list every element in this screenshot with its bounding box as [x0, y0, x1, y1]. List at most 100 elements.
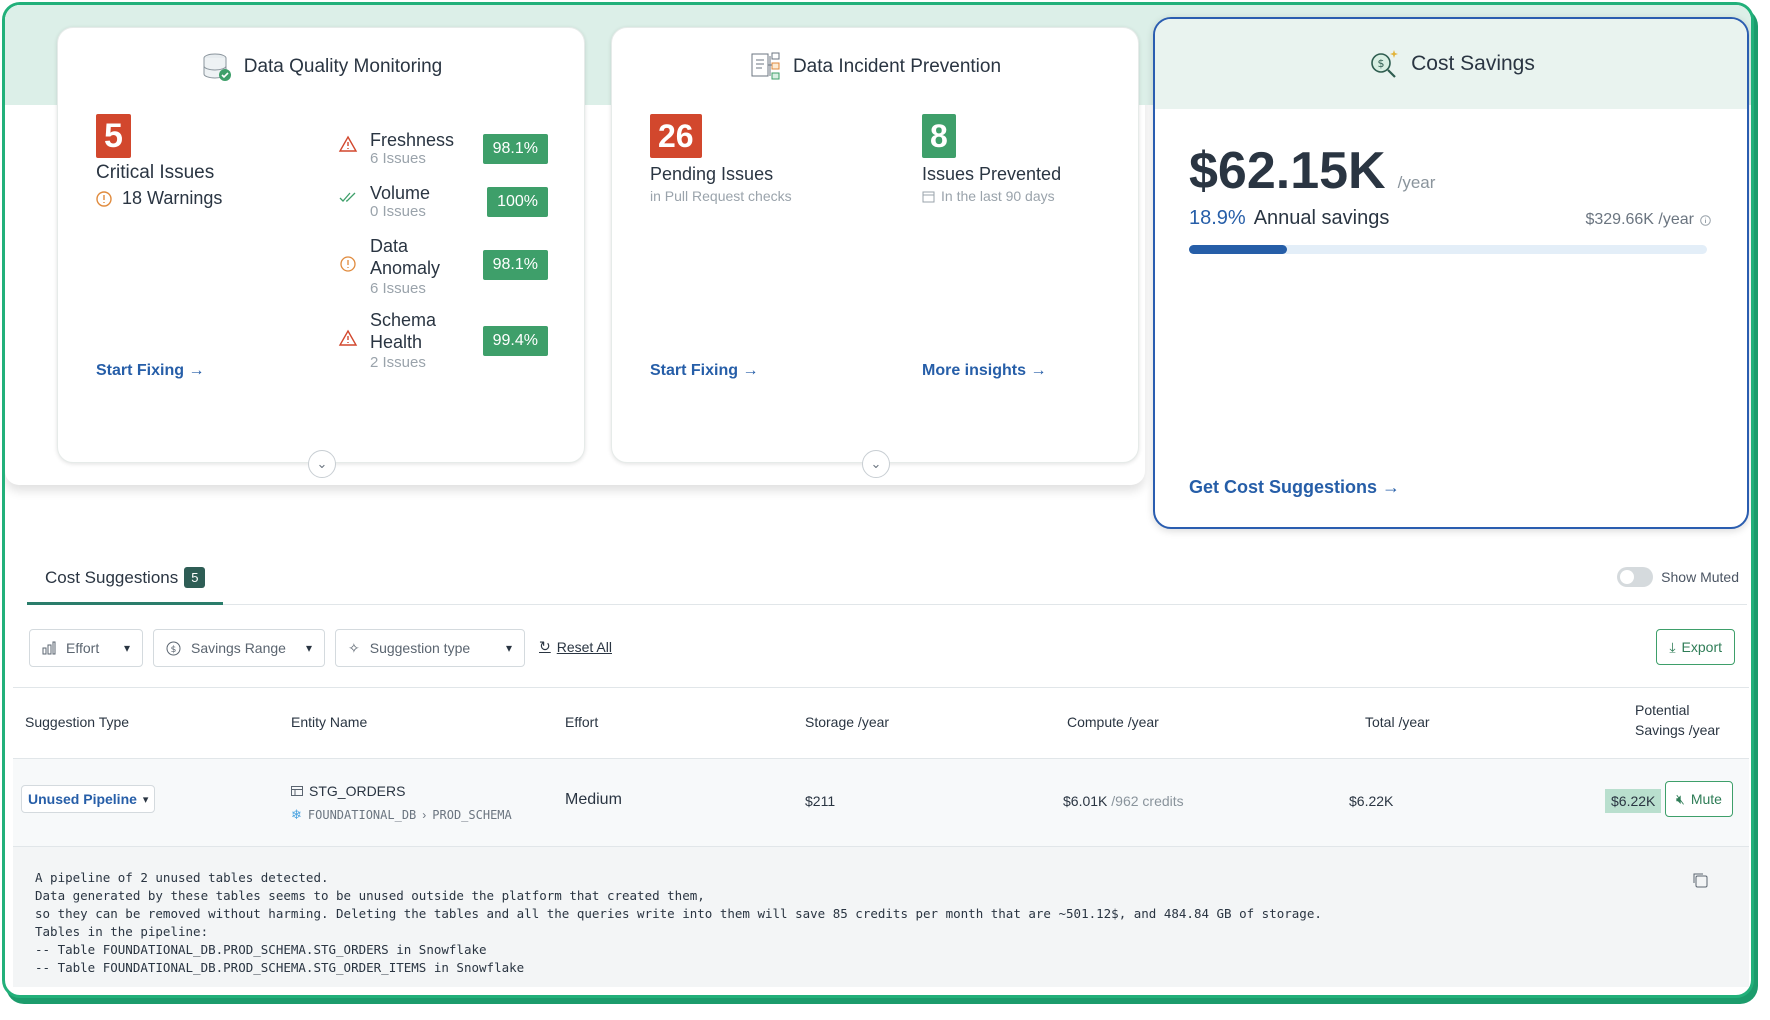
database-check-icon [203, 53, 231, 81]
savings-percent-row: 18.9% Annual savings [1189, 207, 1389, 230]
data-quality-card-header: Data Quality Monitoring [58, 28, 584, 106]
chevron-down-icon: ▾ [505, 641, 512, 655]
toggle-label: Show Muted [1661, 569, 1739, 585]
warnings-label: 18 Warnings [122, 188, 223, 208]
metric-percent-badge: 98.1% [482, 134, 548, 164]
metric-name: Volume [370, 183, 431, 203]
savings-percent-label: Annual savings [1253, 207, 1390, 229]
savings-per: /year [1397, 173, 1436, 192]
effort-filter[interactable]: Effort ▾ [29, 629, 143, 667]
issues-prevented-label: Issues Prevented [922, 164, 1062, 184]
metric-freshness[interactable]: Freshness 6 Issues 98.1% [338, 128, 548, 178]
cost-savings-card: $ Cost Savings $62.15K /year 18.9% Annua… [1153, 17, 1749, 529]
metric-data-anomaly[interactable]: Data Anomaly 6 Issues 98.1% [338, 234, 548, 304]
suggestion-description: A pipeline of 2 unused tables detected. … [13, 847, 1749, 987]
metric-volume[interactable]: Volume 0 Issues 100% [338, 181, 548, 231]
reset-icon: ↻ [539, 638, 551, 654]
col-suggestion-type[interactable]: Suggestion Type [25, 714, 129, 730]
metric-percent-badge: 100% [487, 187, 548, 217]
table-row[interactable]: Unused Pipeline ▾ STG_ORDERS ❄ FOUNDATIO… [13, 759, 1749, 847]
savings-amount-row: $62.15K /year [1189, 141, 1435, 201]
pending-issues-label: Pending Issues [650, 164, 774, 184]
svg-text:$: $ [1378, 57, 1385, 70]
metric-issues: 6 Issues [370, 150, 426, 167]
start-fixing-link[interactable]: Start Fixing → [650, 362, 758, 380]
savings-range-filter[interactable]: $ Savings Range ▾ [153, 629, 325, 667]
compute-credits: /962 credits [1111, 793, 1184, 809]
savings-progress-fill [1189, 245, 1287, 254]
tab-count-badge: 5 [184, 567, 206, 588]
sparkle-icon: ✧ [348, 639, 360, 656]
issues-prevented-count: 8 [922, 114, 956, 158]
entity-db: FOUNDATIONAL_DB [307, 808, 417, 822]
description-text: A pipeline of 2 unused tables detected. … [35, 870, 1322, 975]
start-fixing-link[interactable]: Start Fixing → [96, 362, 204, 380]
incident-prevention-title: Data Incident Prevention [792, 56, 1002, 77]
export-label: Export [1681, 639, 1722, 655]
metric-name-line2: Anomaly [370, 258, 441, 278]
col-storage[interactable]: Storage /year [805, 714, 889, 730]
savings-total: $329.66K /year [1585, 211, 1694, 228]
alert-triangle-icon [338, 329, 358, 346]
issues-prevented-sub-row: In the last 90 days [922, 188, 1055, 204]
reset-all-button[interactable]: ↻ Reset All [539, 638, 612, 655]
get-cost-suggestions-link[interactable]: Get Cost Suggestions → [1189, 477, 1400, 498]
reset-all-label: Reset All [556, 638, 612, 655]
mute-label: Mute [1690, 791, 1722, 807]
dollar-search-icon: $ [1371, 50, 1399, 78]
metric-schema-health[interactable]: Schema Health 2 Issues 99.4% [338, 308, 548, 378]
copy-icon[interactable] [1691, 871, 1709, 889]
export-button[interactable]: ⤓ Export [1656, 629, 1735, 665]
expand-chevron-icon[interactable]: ⌄ [862, 450, 890, 478]
suggestions-tabs: Cost Suggestions 5 Show Muted [27, 553, 1747, 605]
bar-chart-icon [42, 641, 56, 655]
chevron-down-icon: ▾ [142, 793, 149, 806]
incident-prevention-header: Data Incident Prevention [612, 28, 1138, 106]
alert-triangle-icon [338, 135, 358, 152]
incident-prevention-card: Data Incident Prevention 26 Pending Issu… [611, 27, 1139, 478]
savings-percent: 18.9% [1189, 207, 1246, 229]
toggle-switch[interactable] [1617, 567, 1654, 587]
expand-chevron-icon[interactable]: ⌄ [308, 450, 336, 478]
snowflake-icon: ❄ [291, 807, 302, 822]
check-double-icon [339, 192, 356, 202]
mute-button[interactable]: 🔇︎ Mute [1665, 781, 1733, 817]
savings-progress-track [1189, 245, 1707, 254]
data-quality-card: Data Quality Monitoring 5 Critical Issue… [57, 27, 585, 478]
document-flow-icon [751, 52, 780, 80]
entity-name-row: STG_ORDERS [291, 783, 405, 799]
suggestion-type-dropdown[interactable]: Unused Pipeline ▾ [21, 785, 156, 813]
entity-path: ❄ FOUNDATIONAL_DB › PROD_SCHEMA [291, 807, 512, 823]
col-compute[interactable]: Compute /year [1067, 714, 1159, 730]
col-potential-line1[interactable]: Potential [1635, 702, 1689, 718]
tab-cost-suggestions[interactable]: Cost Suggestions 5 [27, 553, 223, 605]
storage-value: $211 [805, 793, 836, 809]
col-total[interactable]: Total /year [1365, 714, 1430, 730]
metric-issues: 2 Issues [370, 354, 426, 371]
critical-issues-label: Critical Issues [96, 162, 215, 183]
metric-name-line2: Health [370, 332, 423, 352]
info-circle-icon [340, 256, 356, 272]
entity-name[interactable]: STG_ORDERS [309, 783, 405, 799]
effort-filter-label: Effort [66, 640, 100, 656]
more-insights-link[interactable]: More insights → [922, 362, 1046, 380]
filter-bar: Effort ▾ $ Savings Range ▾ ✧ Suggestion … [29, 629, 1749, 667]
effort-value: Medium [565, 791, 622, 808]
col-effort[interactable]: Effort [565, 714, 598, 730]
info-icon[interactable] [1700, 214, 1711, 226]
speaker-mute-icon: 🔇︎ [1676, 790, 1685, 807]
critical-issues-count: 5 [96, 114, 131, 158]
calendar-icon [922, 191, 935, 202]
cost-savings-header: $ Cost Savings [1155, 19, 1747, 109]
col-potential-line2[interactable]: Savings /year [1635, 722, 1720, 738]
warning-circle-icon [96, 190, 112, 207]
col-entity-name[interactable]: Entity Name [291, 714, 367, 730]
show-muted-toggle[interactable]: Show Muted [1617, 567, 1739, 587]
cost-savings-title: Cost Savings [1411, 52, 1535, 75]
chevron-down-icon: ▾ [123, 641, 130, 655]
entity-schema: PROD_SCHEMA [432, 808, 512, 822]
savings-amount: $62.15K [1189, 142, 1386, 200]
suggestion-type-value: Unused Pipeline [28, 791, 137, 807]
suggestion-type-filter[interactable]: ✧ Suggestion type ▾ [335, 629, 525, 667]
metric-name-line1: Schema [370, 310, 437, 330]
